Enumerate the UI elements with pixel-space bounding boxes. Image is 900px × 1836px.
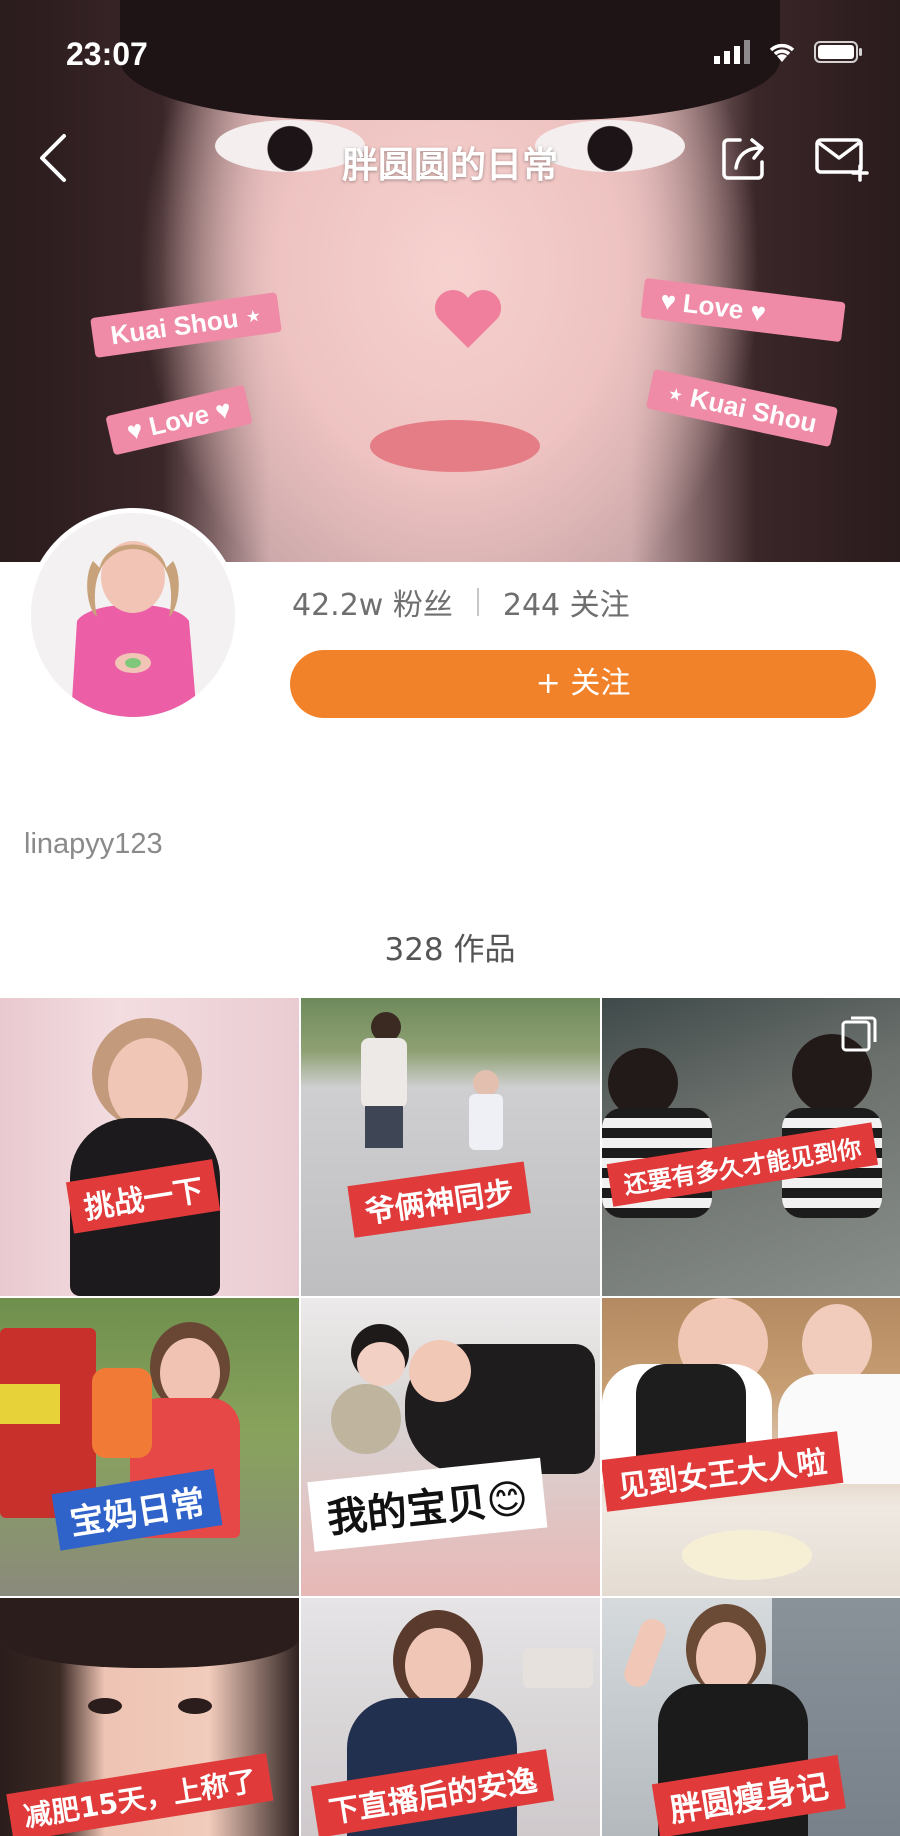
work-tile[interactable]: 我的宝贝😊 <box>301 1298 600 1596</box>
work-tile[interactable]: 宝妈日常 <box>0 1298 299 1596</box>
sticker-kuaishou-right: ⋆ Kuai Shou <box>645 368 839 448</box>
avatar-image <box>31 513 235 717</box>
username: linapyy123 <box>24 828 163 860</box>
work-tile[interactable]: 胖圆瘦身记 <box>602 1598 900 1836</box>
signal-icon <box>714 40 750 64</box>
cover-lips <box>370 420 540 472</box>
works-count: 328 作品 <box>384 932 516 968</box>
work-tile[interactable]: 还要有多久才能见到你 <box>602 998 900 1296</box>
multi-photo-icon <box>841 1016 877 1052</box>
work-thumbnail <box>301 1298 600 1596</box>
work-thumbnail <box>0 1298 299 1596</box>
nav-bar: 胖圆圆的日常 <box>0 118 900 198</box>
work-tile[interactable]: 减肥15天，上称了 <box>0 1598 299 1836</box>
status-bar: 23:07 <box>0 0 900 108</box>
work-tile[interactable]: 挑战一下 <box>0 998 299 1296</box>
stats-divider <box>476 588 479 616</box>
battery-icon <box>814 41 862 63</box>
followers-count[interactable]: 42.2w 粉丝 <box>292 580 453 624</box>
share-icon[interactable] <box>718 132 770 184</box>
avatar[interactable] <box>26 508 240 722</box>
sticker-kuaishou-left: Kuai Shou ⋆ <box>90 292 282 358</box>
profile-stats: 42.2w 粉丝 244 关注 <box>292 580 630 624</box>
heart-sticker <box>434 289 502 348</box>
sticker-love-left: ♥ Love ♥ <box>105 384 253 456</box>
work-tile[interactable]: 爷俩神同步 <box>301 998 600 1296</box>
work-thumbnail <box>301 998 600 1296</box>
works-grid: 挑战一下 爷俩神同步 还要有多久才能见到你 宝妈日常 我的宝贝😊 见到女王大人啦… <box>0 998 900 1836</box>
wifi-icon <box>769 43 795 62</box>
status-icons <box>714 40 864 64</box>
sticker-love-right: ♥ Love ♥ <box>640 277 846 343</box>
mail-icon[interactable] <box>814 132 870 184</box>
following-count[interactable]: 244 关注 <box>503 580 630 624</box>
status-time: 23:07 <box>66 36 148 72</box>
work-tile[interactable]: 下直播后的安逸 <box>301 1598 600 1836</box>
follow-button[interactable]: + 关注 <box>290 650 876 718</box>
work-tile[interactable]: 见到女王大人啦 <box>602 1298 900 1596</box>
work-thumbnail <box>0 998 299 1296</box>
